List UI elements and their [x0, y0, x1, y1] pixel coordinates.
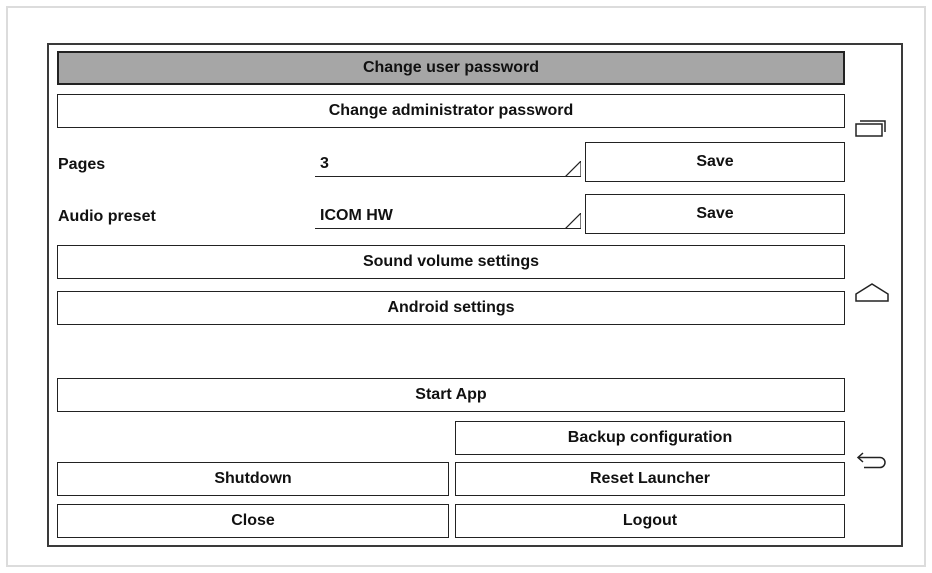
logout-button[interactable]: Logout	[455, 504, 845, 538]
pages-label: Pages	[58, 156, 106, 173]
pages-save-button[interactable]: Save	[585, 142, 845, 182]
pages-value: 3	[320, 155, 329, 172]
close-button[interactable]: Close	[57, 504, 449, 538]
launcher-settings-panel: Change user password Change administrato…	[47, 43, 903, 547]
audio-preset-dropdown[interactable]: ICOM HW	[315, 207, 581, 229]
pages-dropdown[interactable]: 3	[315, 155, 581, 177]
screenshot-frame: Change user password Change administrato…	[6, 6, 926, 567]
android-settings-button[interactable]: Android settings	[57, 291, 845, 325]
start-app-button[interactable]: Start App	[57, 378, 845, 412]
reset-launcher-button[interactable]: Reset Launcher	[455, 462, 845, 496]
dropdown-corner-icon	[565, 213, 581, 229]
shutdown-button[interactable]: Shutdown	[57, 462, 449, 496]
dropdown-corner-icon	[565, 161, 581, 177]
sound-volume-settings-button[interactable]: Sound volume settings	[57, 245, 845, 279]
audio-preset-value: ICOM HW	[320, 207, 393, 224]
audio-preset-save-button[interactable]: Save	[585, 194, 845, 234]
change-admin-password-button[interactable]: Change administrator password	[57, 94, 845, 128]
home-icon[interactable]	[854, 281, 890, 305]
audio-preset-label: Audio preset	[58, 208, 156, 225]
back-icon[interactable]	[854, 448, 888, 472]
change-user-password-button[interactable]: Change user password	[57, 51, 845, 85]
backup-configuration-button[interactable]: Backup configuration	[455, 421, 845, 455]
recent-apps-icon[interactable]	[854, 117, 888, 139]
